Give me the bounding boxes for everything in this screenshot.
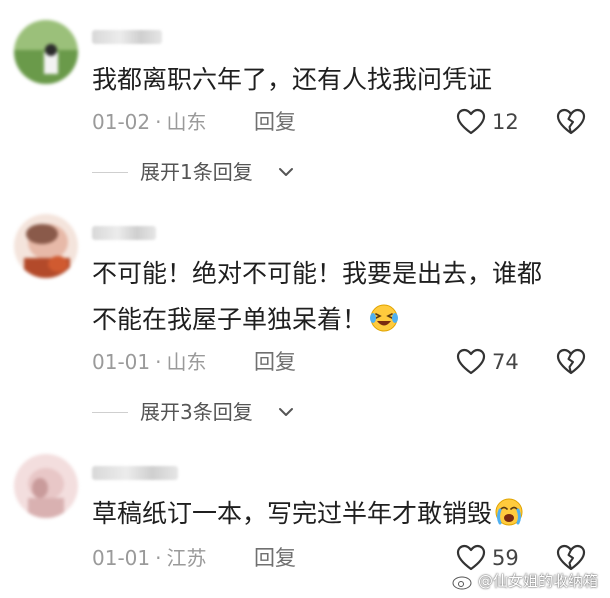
comment-date: 01-01 [92,546,151,570]
chevron-down-icon [279,168,293,176]
reply-button[interactable]: 回复 [254,348,296,376]
broken-heart-icon[interactable] [556,108,586,136]
reply-button[interactable]: 回复 [254,544,296,572]
broken-heart-icon[interactable] [556,348,586,376]
divider-line [92,172,128,173]
username-blurred[interactable] [92,30,162,44]
meta-separator: · [155,546,162,570]
comment-text-line: 不能在我屋子单独呆着！ [92,302,399,338]
comment-meta: 01-01 · 山东 [92,348,206,376]
laughing-crying-emoji [370,304,399,332]
broken-heart-icon[interactable] [556,544,586,572]
avatar-image [14,454,78,518]
divider-line [92,412,128,413]
meta-separator: · [155,110,162,134]
comment-location: 山东 [166,110,207,134]
heart-outline-icon[interactable] [456,108,486,136]
avatar-image [14,214,78,278]
avatar[interactable] [14,20,78,84]
chevron-down-icon [279,408,293,416]
heart-outline-icon[interactable] [456,544,486,572]
like-count: 12 [492,110,519,134]
expand-replies-label: 展开1条回复 [140,160,253,184]
watermark: @仙女姐的收纳箱 [478,570,598,592]
comment-text-line: 不可能！绝对不可能！我要是出去，谁都 [92,259,543,288]
comment-location: 江苏 [166,546,207,570]
watermark-text: @仙女姐的收纳箱 [478,572,599,590]
heart-outline-icon[interactable] [456,348,486,376]
comment-date: 01-02 [92,110,151,134]
username-blurred[interactable] [92,466,178,480]
comment-text-line: 草稿纸订一本，写完过半年才敢销毁 [92,496,524,532]
meta-separator: · [155,350,162,374]
avatar[interactable] [14,454,78,518]
comment-meta: 01-02 · 山东 [92,108,206,136]
username-blurred[interactable] [92,226,156,240]
expand-replies-label: 展开3条回复 [140,400,253,424]
like-count: 74 [492,350,519,374]
comment-date: 01-01 [92,350,151,374]
comment-text-line-2: 不能在我屋子单独呆着！ [92,305,368,334]
comment-text-line: 我都离职六年了，还有人找我问凭证 [92,65,493,94]
comment-text-line-1: 草稿纸订一本，写完过半年才敢销毁 [92,499,493,528]
weibo-icon [452,574,473,590]
crying-emoji [495,498,523,526]
comment-meta: 01-01 · 江苏 [92,544,206,572]
avatar[interactable] [14,214,78,278]
comment-location: 山东 [166,350,207,374]
avatar-image [14,20,78,84]
like-count: 59 [492,546,519,570]
expand-replies-button[interactable]: 展开1条回复 [92,158,312,186]
reply-button[interactable]: 回复 [254,108,296,136]
expand-replies-button[interactable]: 展开3条回复 [92,398,312,426]
